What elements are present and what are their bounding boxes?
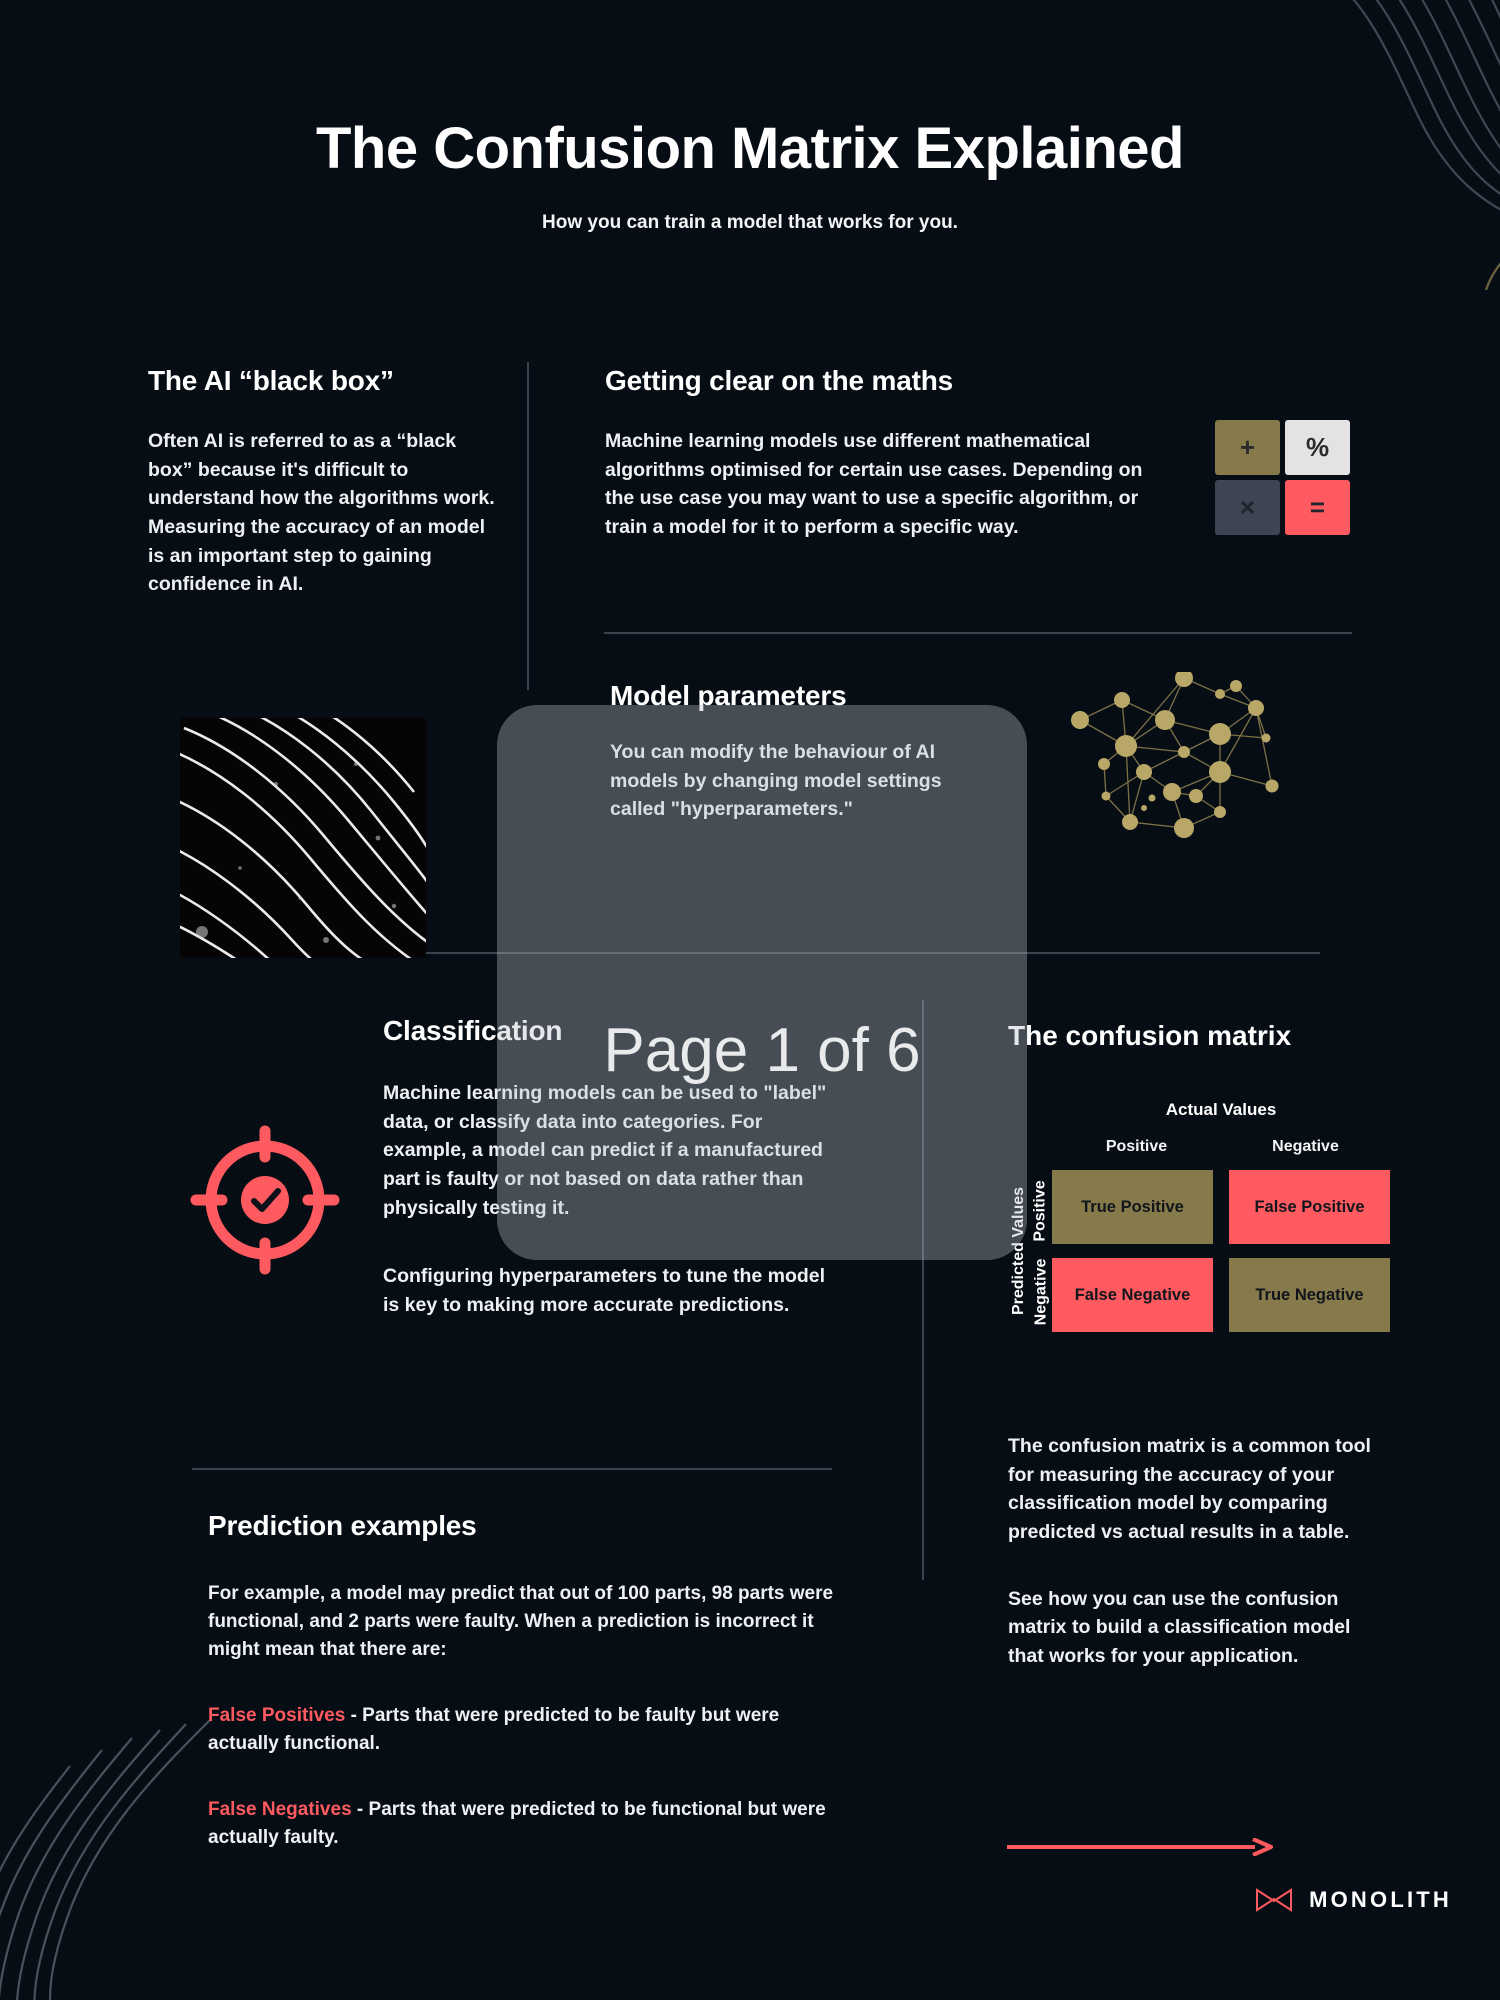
plus-key: +: [1215, 420, 1280, 475]
confusion-matrix-paragraph-2: See how you can use the confusion matrix…: [1008, 1587, 1351, 1667]
false-positives-term: False Positives: [208, 1704, 346, 1726]
page-indicator-overlay: Page 1 of 6: [497, 705, 1027, 1260]
divider-horizontal-predictions: [192, 1468, 832, 1470]
matrix-cell: False Negative: [1052, 1258, 1213, 1332]
right-arrow-icon: [1007, 1838, 1273, 1856]
multiply-key: ×: [1215, 480, 1280, 535]
divider-vertical-top: [527, 362, 529, 690]
calculator-icon: +% × =: [1215, 420, 1350, 535]
confusion-matrix-table: Actual Values Positive Negative Predicte…: [1008, 1100, 1390, 1332]
scratch-texture-image: [180, 718, 426, 958]
maths-body: Machine learning models use different ma…: [605, 430, 1143, 538]
monolith-bowtie-logo-icon: [1256, 1888, 1293, 1912]
actual-values-label: Actual Values: [1165, 1100, 1277, 1119]
page-subtitle: How you can train a model that works for…: [542, 212, 958, 233]
confusion-matrix-paragraph-1: The confusion matrix is a common tool fo…: [1008, 1435, 1371, 1543]
classification-paragraph-2: Configuring hyperparameters to tune the …: [383, 1265, 826, 1316]
section-black-box: The AI “black box” Often AI is referred …: [148, 365, 498, 599]
divider-horizontal-maths: [604, 632, 1352, 634]
section-prediction-examples: Prediction examples For example, a model…: [208, 1510, 848, 1851]
confusion-matrix-column-headers: Positive Negative: [1052, 1138, 1390, 1156]
row-header-positive: Positive: [1032, 1179, 1050, 1242]
prediction-examples-intro: For example, a model may predict that ou…: [208, 1583, 834, 1660]
row-header-negative: Negative: [1032, 1258, 1050, 1325]
monolith-logo: MONOLITH: [1255, 1886, 1452, 1914]
black-box-body: Often AI is referred to as a “black box”…: [148, 430, 495, 596]
false-negatives-item: False Negatives - Parts that were predic…: [208, 1796, 848, 1852]
monolith-logo-text: MONOLITH: [1309, 1887, 1452, 1912]
page-indicator-label: Page 1 of 6: [603, 1016, 921, 1085]
confusion-matrix-row-headers: Positive Negative: [1030, 1170, 1052, 1332]
confusion-matrix-heading-wrap: The confusion matrix: [1008, 1020, 1388, 1052]
percent-key: %: [1285, 420, 1350, 475]
maths-heading: Getting clear on the maths: [605, 365, 953, 396]
col-header-positive: Positive: [1105, 1138, 1168, 1155]
matrix-cell: True Positive: [1052, 1170, 1213, 1244]
false-negatives-term: False Negatives: [208, 1798, 352, 1820]
confusion-matrix-description: The confusion matrix is a common tool fo…: [1008, 1432, 1388, 1671]
infographic-page: The Confusion Matrix Explained How you c…: [0, 0, 1500, 2000]
topographic-lines-bottom-left: [0, 1720, 211, 2000]
prediction-examples-heading: Prediction examples: [208, 1510, 477, 1541]
confusion-matrix-heading: The confusion matrix: [1008, 1020, 1292, 1051]
equals-key: =: [1285, 480, 1350, 535]
false-positives-item: False Positives - Parts that were predic…: [208, 1702, 848, 1758]
section-maths: Getting clear on the maths Machine learn…: [605, 365, 1150, 542]
confusion-matrix-cells: True Positive False Positive False Negativ…: [1052, 1170, 1390, 1332]
matrix-cell: True Negative: [1229, 1258, 1390, 1332]
target-check-icon: [190, 1125, 340, 1275]
matrix-cell: False Positive: [1229, 1170, 1390, 1244]
black-box-heading: The AI “black box”: [148, 365, 394, 396]
neural-network-graph-icon: [1060, 669, 1290, 852]
page-title: The Confusion Matrix Explained: [316, 116, 1184, 181]
col-header-negative: Negative: [1272, 1138, 1339, 1155]
